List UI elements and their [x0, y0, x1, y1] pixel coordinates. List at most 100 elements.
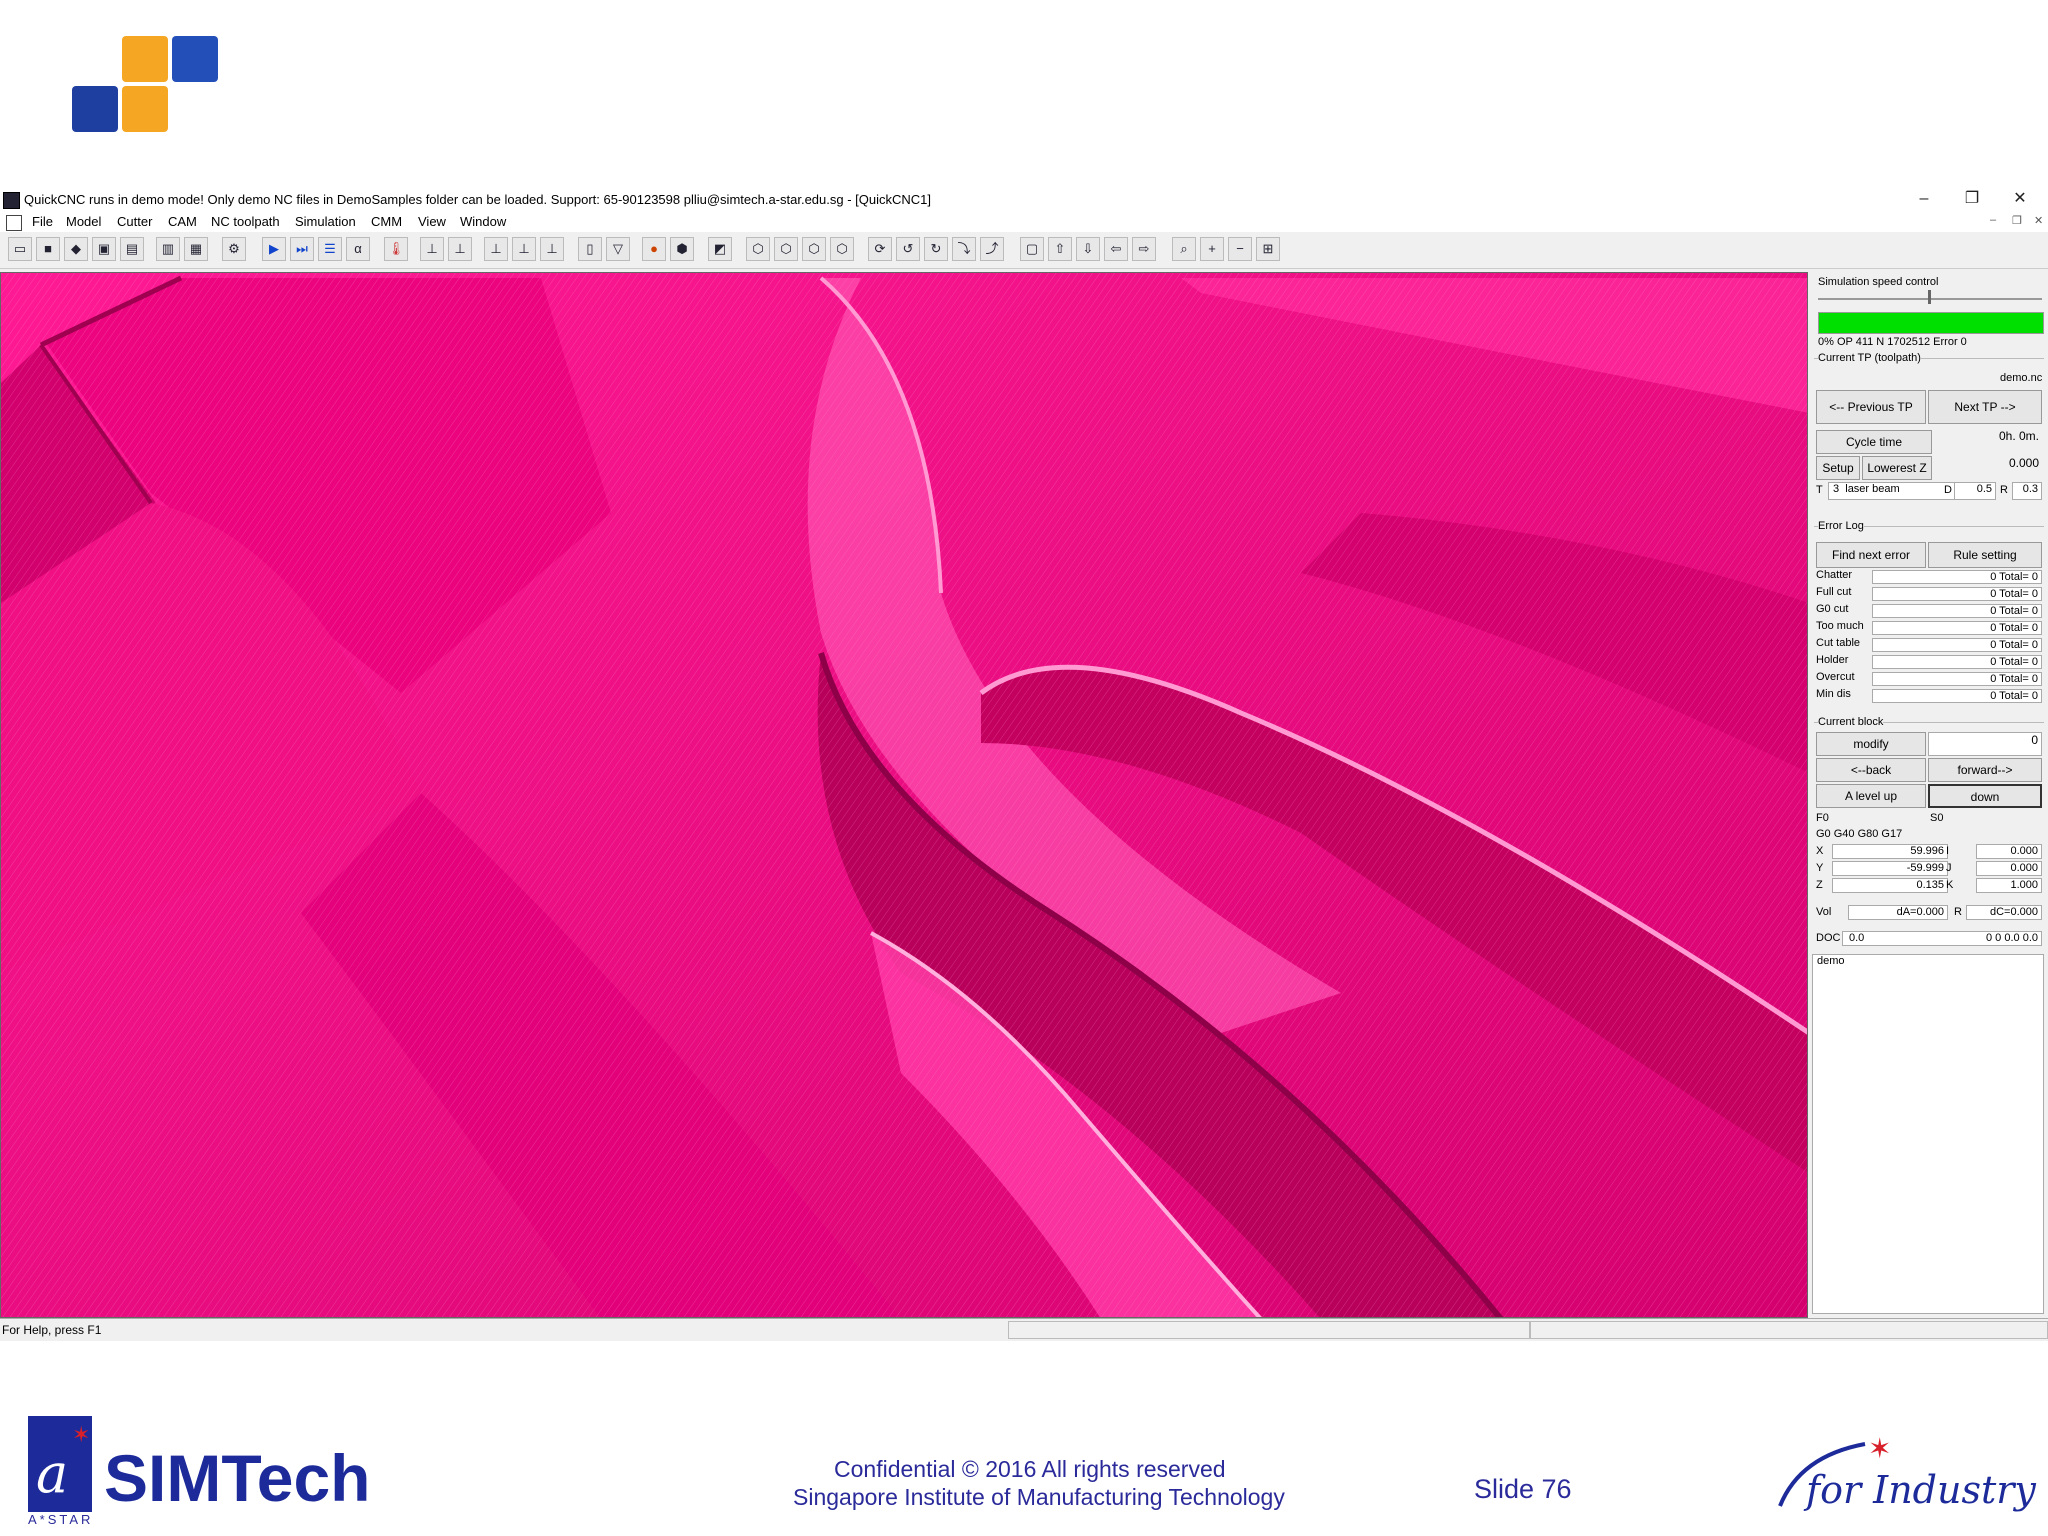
zoom-out-icon[interactable]: − [1228, 237, 1252, 261]
pan-down-icon[interactable]: ⇩ [1076, 237, 1100, 261]
cutter-icon[interactable]: ▥ [156, 237, 180, 261]
mdi-close-icon[interactable]: ✕ [2034, 214, 2043, 227]
wire-icon[interactable]: ◩ [708, 237, 732, 261]
menu-cmm[interactable]: CMM [371, 214, 402, 229]
cut-5-icon[interactable]: ⊥ [540, 237, 564, 261]
doc-label: DOC [1816, 932, 1841, 944]
status-pane-1 [1008, 1321, 1530, 1339]
block-number-field[interactable]: 0 [1928, 732, 2042, 756]
open-icon[interactable]: ▭ [8, 237, 32, 261]
dc-value: dC=0.000 [1966, 905, 2042, 920]
setup-button[interactable]: Setup [1816, 456, 1860, 480]
mdi-minimize-icon[interactable]: – [1990, 214, 1996, 226]
cycle-time-button[interactable]: Cycle time [1816, 430, 1932, 454]
error-g0cut-value: 0 Total= 0 [1872, 604, 2042, 618]
k-label: K [1946, 879, 1954, 891]
pan-left-icon[interactable]: ⇦ [1104, 237, 1128, 261]
step-icon[interactable]: ⏭ [290, 237, 314, 261]
save-icon[interactable]: ■ [36, 237, 60, 261]
back-button[interactable]: <--back [1816, 758, 1926, 782]
stock-icon[interactable]: ▣ [92, 237, 116, 261]
tagline-star-icon: ✶ [1868, 1433, 1892, 1464]
thermometer-icon[interactable]: 🌡 [384, 237, 408, 261]
previous-tp-button[interactable]: <-- Previous TP [1816, 390, 1926, 424]
modify-button[interactable]: modify [1816, 732, 1926, 756]
rotate-right-icon[interactable]: ↻ [924, 237, 948, 261]
next-tp-button[interactable]: Next TP --> [1928, 390, 2042, 424]
holder-icon[interactable]: ▦ [184, 237, 208, 261]
menu-simulation[interactable]: Simulation [295, 214, 356, 229]
close-button[interactable]: ✕ [2000, 188, 2040, 210]
view-iso-icon[interactable]: ⬡ [830, 237, 854, 261]
rotate-icon[interactable]: ⟳ [868, 237, 892, 261]
rule-setting-button[interactable]: Rule setting [1928, 542, 2042, 568]
menu-view[interactable]: View [418, 214, 446, 229]
solid-icon[interactable]: ⬢ [670, 237, 694, 261]
machined-surface-render [1, 273, 1807, 1317]
current-block-label: Current block [1818, 716, 1884, 728]
tool-1-icon[interactable]: ▯ [578, 237, 602, 261]
menu-nc-toolpath[interactable]: NC toolpath [211, 214, 280, 229]
simulation-viewport[interactable] [0, 272, 1808, 1318]
model-icon[interactable]: ◆ [64, 237, 88, 261]
cut-4-icon[interactable]: ⊥ [512, 237, 536, 261]
shade-icon[interactable]: ● [642, 237, 666, 261]
speed-slider-thumb[interactable] [1928, 290, 1931, 304]
pan-up-icon[interactable]: ⇧ [1048, 237, 1072, 261]
lowest-z-button[interactable]: Lowerest Z [1862, 456, 1932, 480]
notes-textarea[interactable]: demo [1812, 954, 2044, 1314]
menu-cam[interactable]: CAM [168, 214, 197, 229]
menu-cutter[interactable]: Cutter [117, 214, 152, 229]
view-front-icon[interactable]: ⬡ [746, 237, 770, 261]
fit-icon[interactable]: ▢ [1020, 237, 1044, 261]
vol-r-label: R [1954, 906, 1962, 918]
control-panel: Simulation speed control 0% OP 411 N 170… [1810, 272, 2048, 1318]
astar-a-glyph: a [36, 1442, 69, 1505]
feed-value: F0 [1816, 812, 1829, 824]
cut-1-icon[interactable]: ⊥ [420, 237, 444, 261]
list-icon[interactable]: ☰ [318, 237, 342, 261]
forward-button[interactable]: forward--> [1928, 758, 2042, 782]
menu-bar: File Model Cutter CAM NC toolpath Simula… [0, 212, 2048, 232]
view-top-icon[interactable]: ⬡ [774, 237, 798, 261]
cut-3-icon[interactable]: ⊥ [484, 237, 508, 261]
error-toomuch-label: Too much [1816, 620, 1864, 632]
error-toomuch-value: 0 Total= 0 [1872, 621, 2042, 635]
slide-number: Slide 76 [1474, 1474, 1572, 1504]
zoom-in-icon[interactable]: + [1200, 237, 1224, 261]
menu-window[interactable]: Window [460, 214, 506, 229]
error-overcut-value: 0 Total= 0 [1872, 672, 2042, 686]
pan-right-icon[interactable]: ⇨ [1132, 237, 1156, 261]
tilt-down-icon[interactable]: ⤵ [952, 237, 976, 261]
menu-model[interactable]: Model [66, 214, 101, 229]
tilt-up-icon[interactable]: ⤴ [980, 237, 1004, 261]
zoom-all-icon[interactable]: ⊞ [1256, 237, 1280, 261]
document-icon[interactable] [6, 215, 22, 231]
tool-2-icon[interactable]: ▽ [606, 237, 630, 261]
play-icon[interactable]: ▶ [262, 237, 286, 261]
j-label: J [1946, 862, 1952, 874]
i-value: 0.000 [1976, 844, 2042, 859]
rotate-left-icon[interactable]: ↺ [896, 237, 920, 261]
restore-button[interactable]: ❐ [1952, 188, 1992, 210]
script-icon[interactable]: α [346, 237, 370, 261]
current-tp-label: Current TP (toolpath) [1818, 352, 1921, 364]
level-up-button[interactable]: A level up [1816, 784, 1926, 808]
zoom-window-icon[interactable]: ⌕ [1172, 237, 1196, 261]
error-chatter-value: 0 Total= 0 [1872, 570, 2042, 584]
minimize-button[interactable]: – [1904, 188, 1944, 210]
cut-2-icon[interactable]: ⊥ [448, 237, 472, 261]
lowest-z-value: 0.000 [2008, 456, 2039, 470]
progress-bar-fill [1819, 313, 2043, 333]
menu-file[interactable]: File [32, 214, 53, 229]
view-side-icon[interactable]: ⬡ [802, 237, 826, 261]
error-cuttable-value: 0 Total= 0 [1872, 638, 2042, 652]
tool-setup-icon[interactable]: ⚙ [222, 237, 246, 261]
mdi-restore-icon[interactable]: ❐ [2012, 214, 2022, 227]
find-next-error-button[interactable]: Find next error [1816, 542, 1926, 568]
j-value: 0.000 [1976, 861, 2042, 876]
gcode-modes: G0 G40 G80 G17 [1816, 828, 1903, 840]
part-icon[interactable]: ▤ [120, 237, 144, 261]
down-button[interactable]: down [1928, 784, 2042, 808]
progress-bar [1818, 312, 2044, 334]
